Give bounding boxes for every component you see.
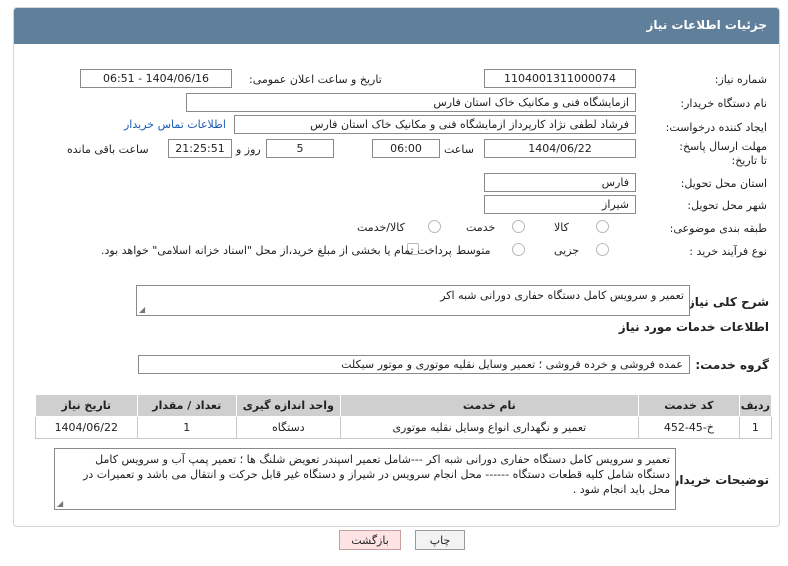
col-header-unit: واحد اندازه گیری xyxy=(236,394,341,417)
category-label: طبقه بندی موضوعی: xyxy=(669,222,767,235)
service-group-label: گروه خدمت: xyxy=(695,358,769,372)
buyer-org-label: نام دستگاه خریدار: xyxy=(680,97,767,110)
cell-quantity: 1 xyxy=(136,416,238,439)
requester-label: ایجاد کننده درخواست: xyxy=(665,121,767,134)
province-field: فارس xyxy=(484,173,636,192)
back-button[interactable]: بازگشت xyxy=(339,530,401,550)
col-header-row-number: ردیف xyxy=(738,394,773,417)
need-description-text: تعمیر و سرویس کامل دستگاه حفاری دورانی ش… xyxy=(440,289,684,302)
need-description-label: شرح کلی نیاز: xyxy=(683,295,769,309)
remaining-time-field: 21:25:51 xyxy=(168,139,232,158)
need-number-label: شماره نیاز: xyxy=(714,73,767,86)
buyer-notes-label: توضیحات خریدار: xyxy=(667,473,769,487)
announce-date-field: 1404/06/16 - 06:51 xyxy=(80,69,232,88)
process-medium-radio[interactable] xyxy=(512,243,525,256)
col-header-service-code: کد خدمت xyxy=(638,394,740,417)
buyer-org-field: ازمایشگاه فنی و مکانیک خاک استان فارس xyxy=(186,93,636,112)
category-goods-radio[interactable] xyxy=(596,220,609,233)
province-label: استان محل تحویل: xyxy=(680,177,767,190)
city-field: شیراز xyxy=(484,195,636,214)
category-service-radio[interactable] xyxy=(512,220,525,233)
treasury-note: پرداخت تمام یا بخشی از مبلغ خرید،از محل … xyxy=(101,244,452,257)
col-header-need-date: تاریخ نیاز xyxy=(35,394,138,417)
process-medium-label: متوسط xyxy=(456,244,491,257)
services-table: ردیف کد خدمت نام خدمت واحد اندازه گیری ت… xyxy=(35,394,773,439)
cell-unit: دستگاه xyxy=(236,416,341,439)
cell-row-number: 1 xyxy=(738,416,773,439)
buyer-notes-text: تعمیر و سرویس کامل دستگاه حفاری دورانی ش… xyxy=(83,453,670,496)
category-service-label: خدمت xyxy=(466,221,496,234)
cell-service-code: خ-45-452 xyxy=(638,416,740,439)
category-goods-service-label: کالا/خدمت xyxy=(357,221,405,234)
page: AriaTender.neT جزئیات اطلاعات نیاز شماره… xyxy=(0,0,788,566)
table-row: 1 خ-45-452 تعمیر و نگهداری انواع وسایل ن… xyxy=(35,416,773,439)
category-goods-service-radio[interactable] xyxy=(428,220,441,233)
deadline-time-label: ساعت xyxy=(444,143,474,156)
remaining-time-label: ساعت باقی مانده xyxy=(67,143,149,156)
print-button[interactable]: چاپ xyxy=(415,530,465,550)
need-number-field: 1104001311000074 xyxy=(484,69,636,88)
announce-date-label: تاریخ و ساعت اعلان عمومی: xyxy=(249,73,382,86)
cell-service-name: تعمیر و نگهداری انواع وسایل نقلیه موتوری xyxy=(339,416,640,439)
deadline-time-field: 06:00 xyxy=(372,139,440,158)
col-header-service-name: نام خدمت xyxy=(339,394,640,417)
requester-field: فرشاد لطفی نژاد کارپرداز ازمایشگاه فنی و… xyxy=(234,115,636,134)
services-table-header-row: ردیف کد خدمت نام خدمت واحد اندازه گیری ت… xyxy=(35,394,773,417)
card-header: جزئیات اطلاعات نیاز xyxy=(14,8,779,44)
deadline-date-field: 1404/06/22 xyxy=(484,139,636,158)
resize-grip-icon[interactable]: ◢ xyxy=(139,306,145,314)
process-minor-label: جزیی xyxy=(554,244,580,257)
col-header-quantity: تعداد / مقدار xyxy=(136,394,238,417)
service-group-field: عمده فروشی و خرده فروشی ؛ تعمیر وسایل نق… xyxy=(138,355,690,374)
need-details-card: جزئیات اطلاعات نیاز شماره نیاز: 11040013… xyxy=(13,7,780,527)
process-type-label: نوع فرآیند خرید : xyxy=(689,245,767,258)
resize-grip-icon[interactable]: ◢ xyxy=(57,500,63,508)
category-goods-label: کالا xyxy=(554,221,569,234)
cell-need-date: 1404/06/22 xyxy=(35,416,138,439)
process-minor-radio[interactable] xyxy=(596,243,609,256)
buyer-contact-link[interactable]: اطلاعات تماس خریدار xyxy=(124,118,226,131)
services-section-title: اطلاعات خدمات مورد نیاز xyxy=(618,320,769,334)
need-description-textarea[interactable]: تعمیر و سرویس کامل دستگاه حفاری دورانی ش… xyxy=(136,285,690,316)
days-remaining-field: 5 xyxy=(266,139,334,158)
city-label: شهر محل تحویل: xyxy=(687,199,767,212)
days-label: روز و xyxy=(236,143,261,156)
buyer-notes-textarea[interactable]: تعمیر و سرویس کامل دستگاه حفاری دورانی ش… xyxy=(54,448,676,510)
deadline-label: مهلت ارسال پاسخ: تا تاریخ: xyxy=(679,140,767,167)
